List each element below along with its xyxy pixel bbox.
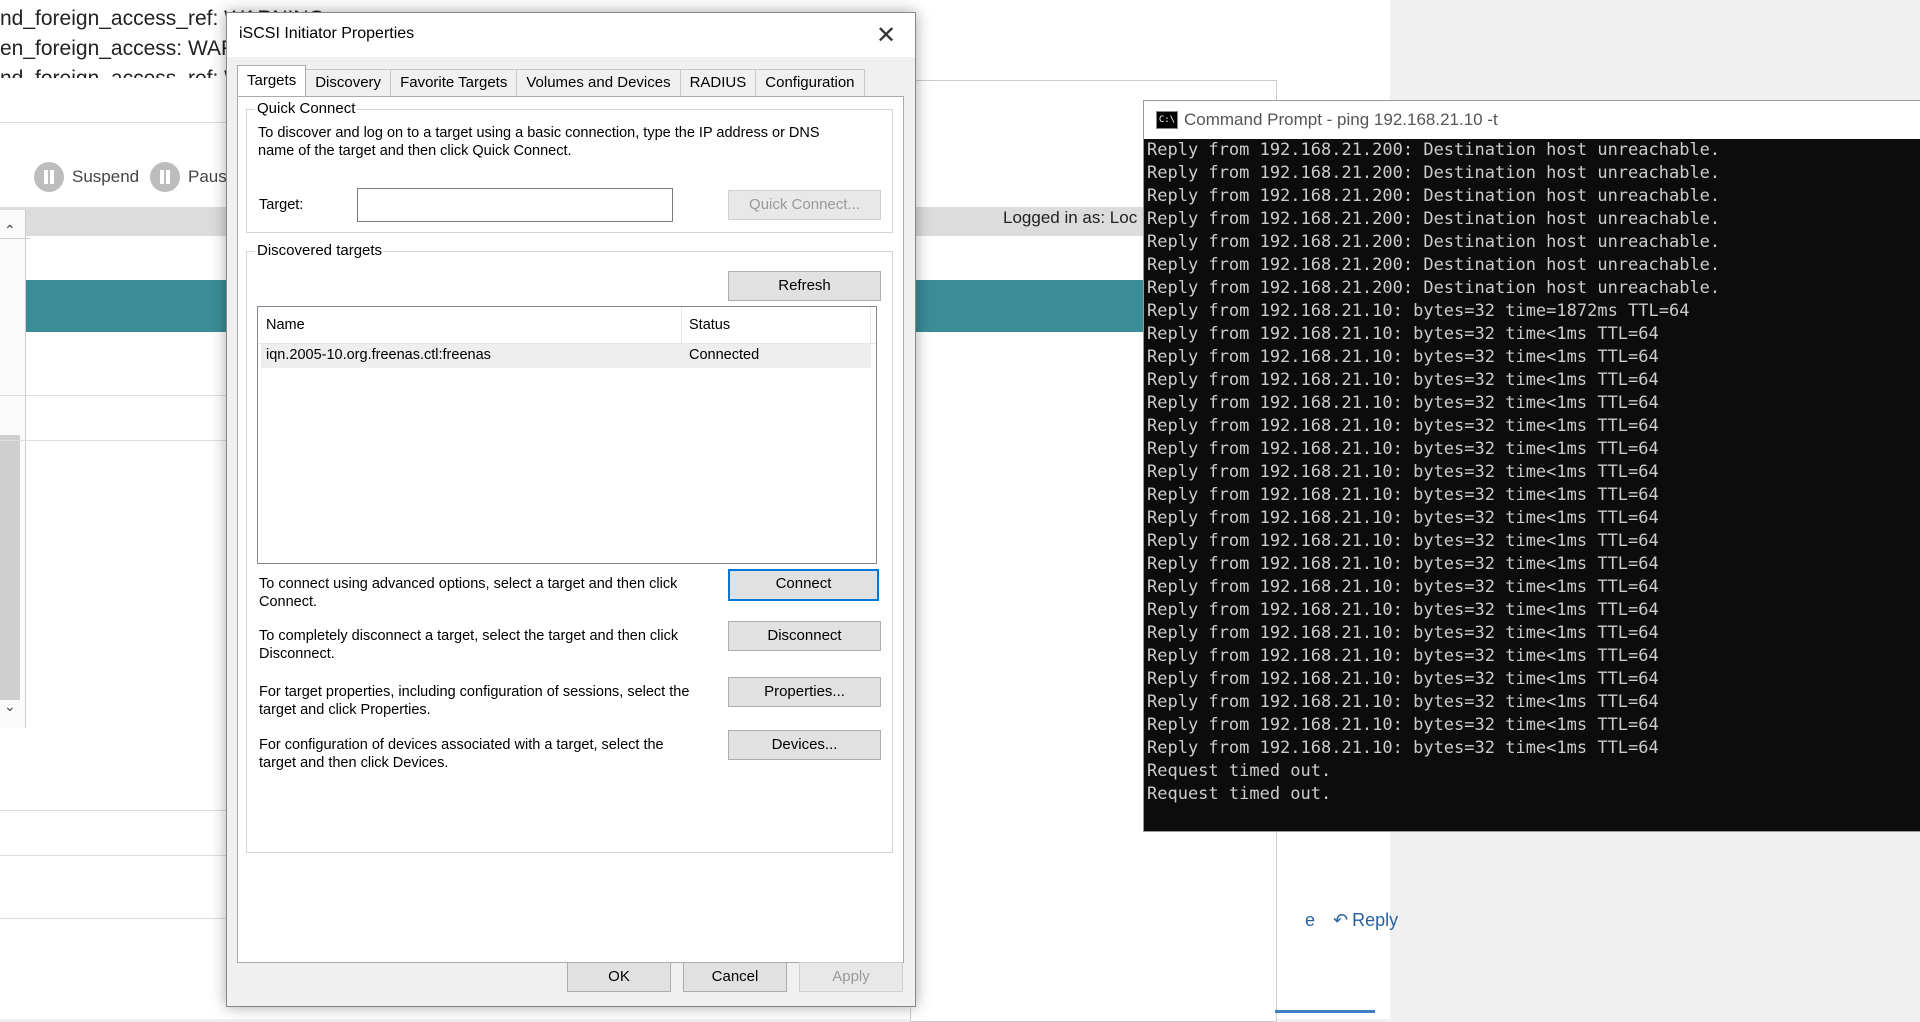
tab-targets[interactable]: Targets: [237, 65, 307, 96]
divider: [0, 918, 230, 919]
console-line: Reply from 192.168.21.200: Destination h…: [1147, 140, 1721, 160]
quick-connect-description: To discover and log on to a target using…: [258, 125, 820, 159]
tab-configuration[interactable]: Configuration: [755, 69, 865, 96]
suspend-label: Suspend: [72, 167, 140, 186]
console-line: Reply from 192.168.21.10: bytes=32 time<…: [1147, 738, 1659, 758]
properties-button[interactable]: Properties...: [728, 677, 881, 707]
console-line: Reply from 192.168.21.10: bytes=32 time<…: [1147, 715, 1659, 735]
target-status-cell: Connected: [689, 347, 760, 363]
devices-description: For configuration of devices associated …: [259, 737, 664, 771]
console-line: Reply from 192.168.21.10: bytes=32 time<…: [1147, 531, 1659, 551]
pause-button[interactable]: Paus: [150, 162, 227, 192]
console-line: Reply from 192.168.21.10: bytes=32 time<…: [1147, 439, 1659, 459]
logged-in-label: Logged in as: Loc: [1003, 208, 1138, 227]
reply-prefix: e: [1305, 910, 1316, 930]
properties-description: For target properties, including configu…: [259, 684, 690, 718]
suspend-button[interactable]: Suspend: [34, 162, 139, 192]
reply-icon: ↶: [1333, 910, 1349, 930]
tab-bar: Targets Discovery Favorite Targets Volum…: [237, 65, 865, 97]
console-line: Reply from 192.168.21.10: bytes=32 time<…: [1147, 600, 1659, 620]
console-line: Reply from 192.168.21.10: bytes=32 time<…: [1147, 692, 1659, 712]
console-line: Reply from 192.168.21.200: Destination h…: [1147, 209, 1721, 229]
divider: [0, 238, 30, 239]
pause-circle-icon: [34, 162, 64, 192]
column-header-status[interactable]: Status: [689, 317, 730, 333]
dialog-titlebar[interactable]: iSCSI Initiator Properties ✕: [227, 13, 915, 57]
quick-connect-legend: Quick Connect: [255, 100, 358, 117]
tab-discovery[interactable]: Discovery: [305, 69, 392, 96]
dialog-title: iSCSI Initiator Properties: [239, 25, 415, 42]
console-line: Reply from 192.168.21.10: bytes=32 time<…: [1147, 623, 1659, 643]
console-line: Reply from 192.168.21.10: bytes=32 time<…: [1147, 462, 1659, 482]
console-line: Reply from 192.168.21.10: bytes=32 time<…: [1147, 485, 1659, 505]
divider: [0, 122, 230, 123]
reply-label: Reply: [1352, 910, 1399, 930]
console-line: Reply from 192.168.21.10: bytes=32 time<…: [1147, 646, 1659, 666]
disconnect-description: To completely disconnect a target, selec…: [259, 628, 679, 662]
disconnect-button[interactable]: Disconnect: [728, 621, 881, 651]
tab-favorite-targets[interactable]: Favorite Targets: [390, 69, 518, 96]
reply-link[interactable]: e ↶ Reply: [1305, 910, 1398, 931]
console-line: Reply from 192.168.21.200: Destination h…: [1147, 278, 1721, 298]
console-line: Request timed out.: [1147, 761, 1332, 781]
console-line: Reply from 192.168.21.10: bytes=32 time<…: [1147, 508, 1659, 528]
divider: [0, 810, 230, 811]
quick-connect-button[interactable]: Quick Connect...: [728, 190, 881, 220]
cmd-titlebar[interactable]: C:\ Command Prompt - ping 192.168.21.10 …: [1144, 101, 1920, 139]
console-line: Reply from 192.168.21.200: Destination h…: [1147, 232, 1721, 252]
scrollbar-thumb[interactable]: [0, 435, 20, 700]
background-bottom-bar: [1275, 1010, 1375, 1022]
close-icon[interactable]: ✕: [871, 21, 901, 50]
quick-connect-group: Quick Connect To discover and log on to …: [246, 100, 893, 233]
column-divider: [870, 307, 871, 343]
discovered-targets-group: Discovered targets Refresh Name Status i…: [246, 242, 893, 853]
console-line: Reply from 192.168.21.10: bytes=32 time<…: [1147, 416, 1659, 436]
discovered-targets-list[interactable]: Name Status iqn.2005-10.org.freenas.ctl:…: [257, 306, 877, 564]
pause-label: Paus: [188, 167, 227, 186]
console-line: Reply from 192.168.21.200: Destination h…: [1147, 186, 1721, 206]
console-line: Reply from 192.168.21.10: bytes=32 time<…: [1147, 370, 1659, 390]
target-name-cell: iqn.2005-10.org.freenas.ctl:freenas: [266, 347, 491, 363]
connect-description: To connect using advanced options, selec…: [259, 576, 678, 610]
column-header-name[interactable]: Name: [266, 317, 305, 333]
command-prompt-window: C:\ Command Prompt - ping 192.168.21.10 …: [1143, 100, 1920, 832]
discovered-targets-legend: Discovered targets: [255, 242, 385, 259]
console-line: Reply from 192.168.21.200: Destination h…: [1147, 255, 1721, 275]
targets-tab-panel: Quick Connect To discover and log on to …: [237, 96, 904, 963]
divider: [0, 395, 230, 396]
console-line: Request timed out.: [1147, 784, 1332, 804]
apply-button[interactable]: Apply: [799, 962, 903, 992]
column-divider: [681, 307, 682, 343]
devices-button[interactable]: Devices...: [728, 730, 881, 760]
console-line: Reply from 192.168.21.10: bytes=32 time=…: [1147, 301, 1690, 321]
console-line: Reply from 192.168.21.10: bytes=32 time<…: [1147, 577, 1659, 597]
command-prompt-icon: C:\: [1156, 111, 1178, 129]
console-line: Reply from 192.168.21.10: bytes=32 time<…: [1147, 324, 1659, 344]
connect-button[interactable]: Connect: [728, 569, 879, 601]
table-row[interactable]: iqn.2005-10.org.freenas.ctl:freenas Conn…: [261, 344, 871, 368]
pause-circle-icon: [150, 162, 180, 192]
target-label: Target:: [259, 197, 304, 213]
cancel-button[interactable]: Cancel: [683, 962, 787, 992]
iscsi-initiator-dialog: iSCSI Initiator Properties ✕ Targets Dis…: [226, 12, 916, 1007]
list-header: Name Status: [258, 307, 876, 344]
target-input[interactable]: [357, 188, 673, 222]
console-line: Reply from 192.168.21.10: bytes=32 time<…: [1147, 347, 1659, 367]
console-line: Reply from 192.168.21.10: bytes=32 time<…: [1147, 393, 1659, 413]
refresh-button[interactable]: Refresh: [728, 271, 881, 301]
cmd-title: Command Prompt - ping 192.168.21.10 -t: [1184, 110, 1498, 129]
tab-volumes-and-devices[interactable]: Volumes and Devices: [516, 69, 681, 96]
cmd-console-output[interactable]: Reply from 192.168.21.200: Destination h…: [1144, 139, 1920, 831]
chevron-up-icon[interactable]: ⌃: [4, 222, 16, 239]
console-line: Reply from 192.168.21.10: bytes=32 time<…: [1147, 669, 1659, 689]
divider: [0, 440, 230, 441]
ok-button[interactable]: OK: [567, 962, 671, 992]
divider: [0, 855, 230, 856]
chevron-down-icon[interactable]: ⌄: [4, 698, 16, 715]
console-line: Reply from 192.168.21.200: Destination h…: [1147, 163, 1721, 183]
console-line: Reply from 192.168.21.10: bytes=32 time<…: [1147, 554, 1659, 574]
tab-radius[interactable]: RADIUS: [679, 69, 757, 96]
